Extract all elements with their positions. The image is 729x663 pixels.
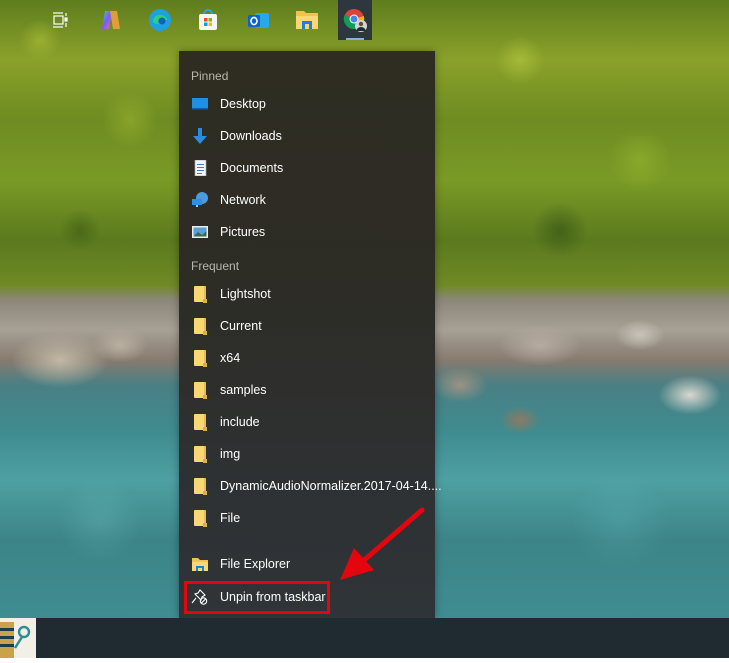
- frequent-item-label: samples: [220, 383, 267, 397]
- unpin-icon: [191, 589, 208, 605]
- taskbar-copilot-button[interactable]: [94, 0, 128, 40]
- taskbar-chrome-button[interactable]: [338, 0, 372, 40]
- action-label: File Explorer: [220, 557, 291, 571]
- pinned-item-label: Downloads: [220, 129, 282, 143]
- frequent-item-label: Lightshot: [220, 287, 271, 301]
- taskbar-store-button[interactable]: [191, 0, 225, 40]
- download-arrow-icon: [193, 128, 207, 144]
- folder-icon: [194, 286, 207, 303]
- taskbar-jump-list: Pinned Desktop Downloads Documents Netwo…: [179, 51, 442, 618]
- network-icon: [192, 192, 208, 207]
- file-explorer-icon: [296, 11, 318, 29]
- frequent-item-label: img: [220, 447, 241, 461]
- taskbar-file-explorer-button[interactable]: [290, 0, 324, 40]
- folder-icon: [194, 382, 207, 399]
- widget-image-icon: [0, 622, 31, 658]
- task-view-icon: [53, 12, 68, 28]
- taskbar-outlook-button[interactable]: [241, 0, 275, 40]
- frequent-item-label: Current: [220, 319, 262, 333]
- frequent-item[interactable]: DynamicAudioNormalizer.2017-04-14....: [179, 470, 442, 502]
- taskbar: [0, 618, 729, 658]
- pinned-item-network[interactable]: Network: [179, 184, 435, 216]
- frequent-header: Frequent: [191, 259, 240, 273]
- frequent-item-label: File: [220, 511, 241, 525]
- frequent-item-label: x64: [220, 351, 241, 365]
- folder-icon: [194, 414, 207, 431]
- pinned-header: Pinned: [191, 69, 229, 83]
- frequent-item[interactable]: x64: [179, 342, 435, 374]
- folder-icon: [194, 350, 207, 367]
- pinned-item-downloads[interactable]: Downloads: [179, 120, 435, 152]
- desktop-icon: [192, 98, 208, 110]
- taskbar-task-view-button[interactable]: [43, 0, 77, 40]
- copilot-icon: [102, 11, 120, 29]
- outlook-icon: [248, 13, 269, 28]
- edge-icon: [149, 9, 171, 31]
- pinned-item-label: Desktop: [220, 97, 266, 111]
- folder-icon: [194, 318, 207, 335]
- document-icon: [194, 160, 207, 176]
- frequent-item[interactable]: File: [179, 502, 435, 534]
- frequent-item[interactable]: img: [179, 438, 435, 470]
- open-file-explorer-item[interactable]: File Explorer: [179, 548, 435, 580]
- widgets-button[interactable]: [0, 618, 36, 658]
- frequent-item[interactable]: Current: [179, 310, 435, 342]
- frequent-item-label: DynamicAudioNormalizer.2017-04-14....: [220, 479, 442, 493]
- frequent-item[interactable]: include: [179, 406, 435, 438]
- folder-icon: [194, 510, 207, 527]
- frequent-item[interactable]: samples: [179, 374, 435, 406]
- file-explorer-icon: [192, 558, 208, 571]
- unpin-from-taskbar-item[interactable]: Unpin from taskbar: [179, 581, 435, 613]
- pinned-item-pictures[interactable]: Pictures: [179, 216, 435, 248]
- pinned-item-desktop[interactable]: Desktop: [179, 88, 435, 120]
- pictures-icon: [192, 226, 208, 238]
- pinned-item-label: Documents: [220, 161, 284, 175]
- folder-icon: [194, 478, 207, 495]
- frequent-item-label: include: [220, 415, 260, 429]
- frequent-item[interactable]: Lightshot: [179, 278, 435, 310]
- chrome-icon: [343, 9, 367, 32]
- action-label: Unpin from taskbar: [220, 590, 326, 604]
- pinned-item-label: Pictures: [220, 225, 266, 239]
- pinned-item-label: Network: [220, 193, 266, 207]
- taskbar-edge-button[interactable]: [143, 0, 177, 40]
- pinned-item-documents[interactable]: Documents: [179, 152, 435, 184]
- folder-icon: [194, 446, 207, 463]
- store-icon: [199, 9, 217, 30]
